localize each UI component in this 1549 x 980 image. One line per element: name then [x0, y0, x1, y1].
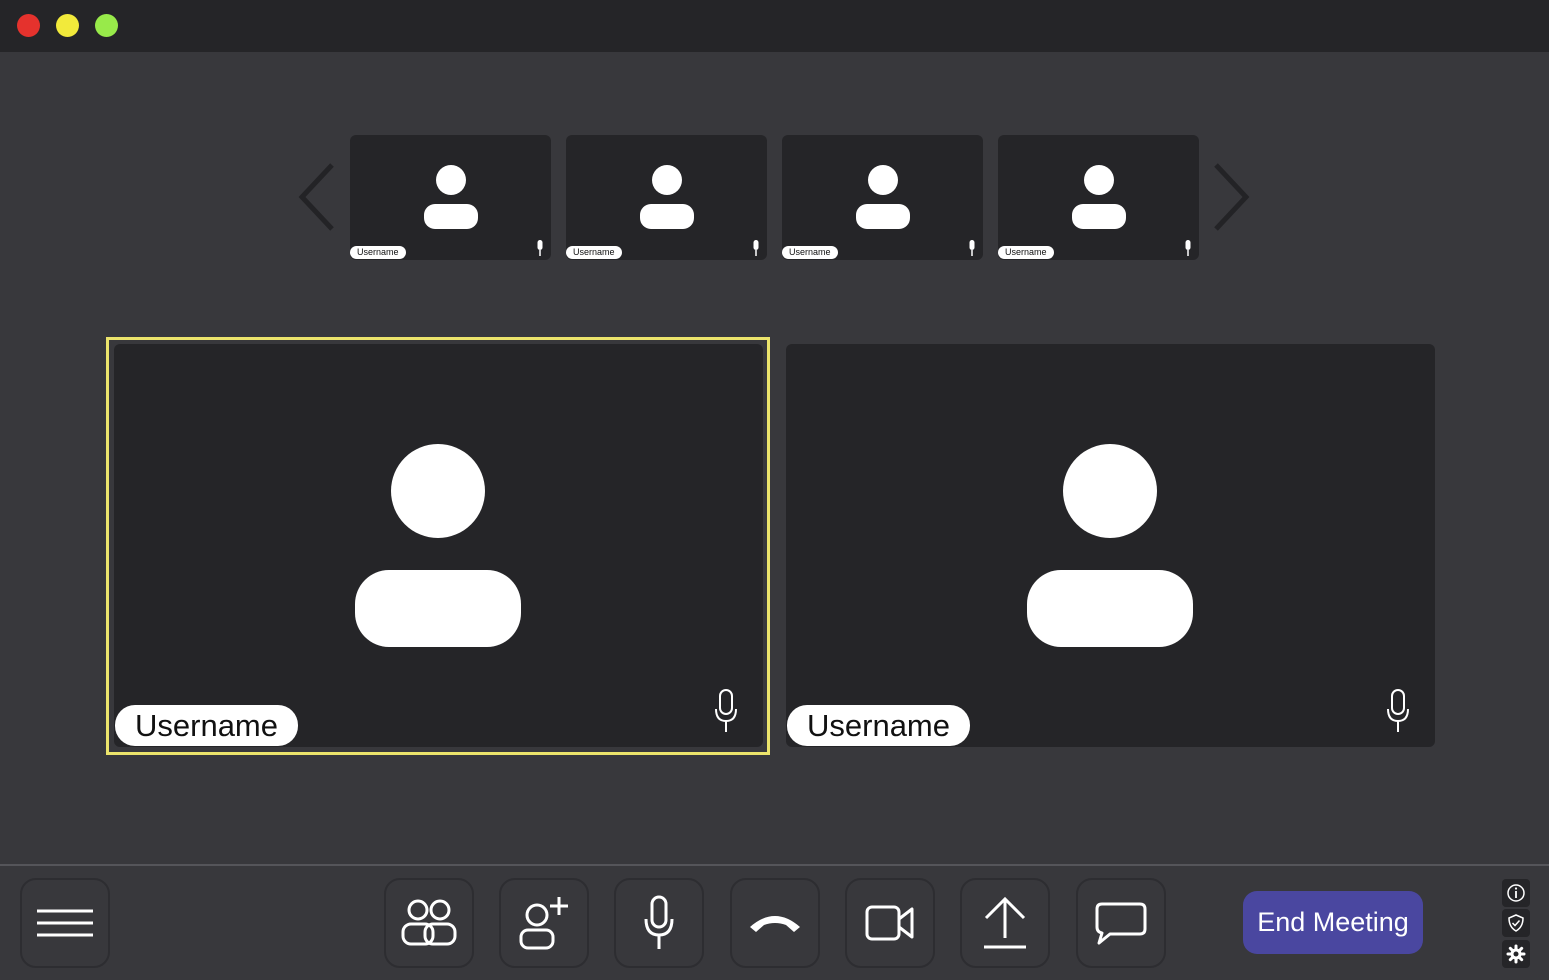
add-user-icon — [519, 897, 568, 950]
mic-icon — [753, 240, 759, 256]
participant-thumbnail[interactable]: Username — [566, 135, 767, 260]
menu-icon — [37, 909, 93, 937]
participant-name: Username — [782, 246, 838, 259]
participants-button[interactable] — [384, 878, 474, 968]
add-participant-button[interactable] — [499, 878, 589, 968]
participant-name: Username — [350, 246, 406, 259]
chevron-right-icon[interactable] — [1212, 162, 1252, 232]
mic-icon — [537, 240, 543, 256]
video-button[interactable] — [845, 878, 935, 968]
settings-icon — [1506, 944, 1526, 964]
hang-up-icon — [750, 916, 800, 932]
share-screen-button[interactable] — [960, 878, 1050, 968]
close-window-button[interactable] — [17, 14, 40, 37]
security-button[interactable] — [1502, 909, 1530, 937]
user-avatar-icon — [1072, 165, 1126, 229]
participant-name: Username — [787, 705, 970, 746]
microphone-button[interactable] — [614, 878, 704, 968]
chevron-left-icon[interactable] — [296, 162, 336, 232]
shield-icon — [1508, 914, 1524, 932]
title-bar — [0, 0, 1549, 52]
hang-up-button[interactable] — [730, 878, 820, 968]
chat-icon — [1095, 902, 1147, 945]
video-camera-icon — [865, 905, 914, 941]
participant-thumbnail[interactable]: Username — [998, 135, 1199, 260]
mic-icon — [1387, 689, 1409, 732]
menu-button[interactable] — [20, 878, 110, 968]
info-icon — [1507, 884, 1525, 902]
user-avatar-icon — [424, 165, 478, 229]
maximize-window-button[interactable] — [95, 14, 118, 37]
end-meeting-button[interactable]: End Meeting — [1243, 891, 1423, 954]
user-avatar-icon — [640, 165, 694, 229]
settings-button[interactable] — [1502, 940, 1530, 968]
share-screen-icon — [984, 896, 1026, 949]
participant-thumbnail[interactable]: Username — [782, 135, 983, 260]
participant-name: Username — [115, 705, 298, 746]
participants-icon — [401, 899, 457, 946]
participant-video-tile[interactable]: Username — [114, 344, 763, 747]
participant-video-tile[interactable]: Username — [786, 344, 1435, 747]
mic-icon — [644, 895, 674, 949]
participant-thumbnail[interactable]: Username — [350, 135, 551, 260]
mic-icon — [969, 240, 975, 256]
chat-button[interactable] — [1076, 878, 1166, 968]
user-avatar-icon — [355, 444, 521, 647]
participant-name: Username — [998, 246, 1054, 259]
participant-name: Username — [566, 246, 622, 259]
mic-icon — [1185, 240, 1191, 256]
minimize-window-button[interactable] — [56, 14, 79, 37]
user-avatar-icon — [856, 165, 910, 229]
info-button[interactable] — [1502, 879, 1530, 907]
user-avatar-icon — [1027, 444, 1193, 647]
mic-icon — [715, 689, 737, 732]
